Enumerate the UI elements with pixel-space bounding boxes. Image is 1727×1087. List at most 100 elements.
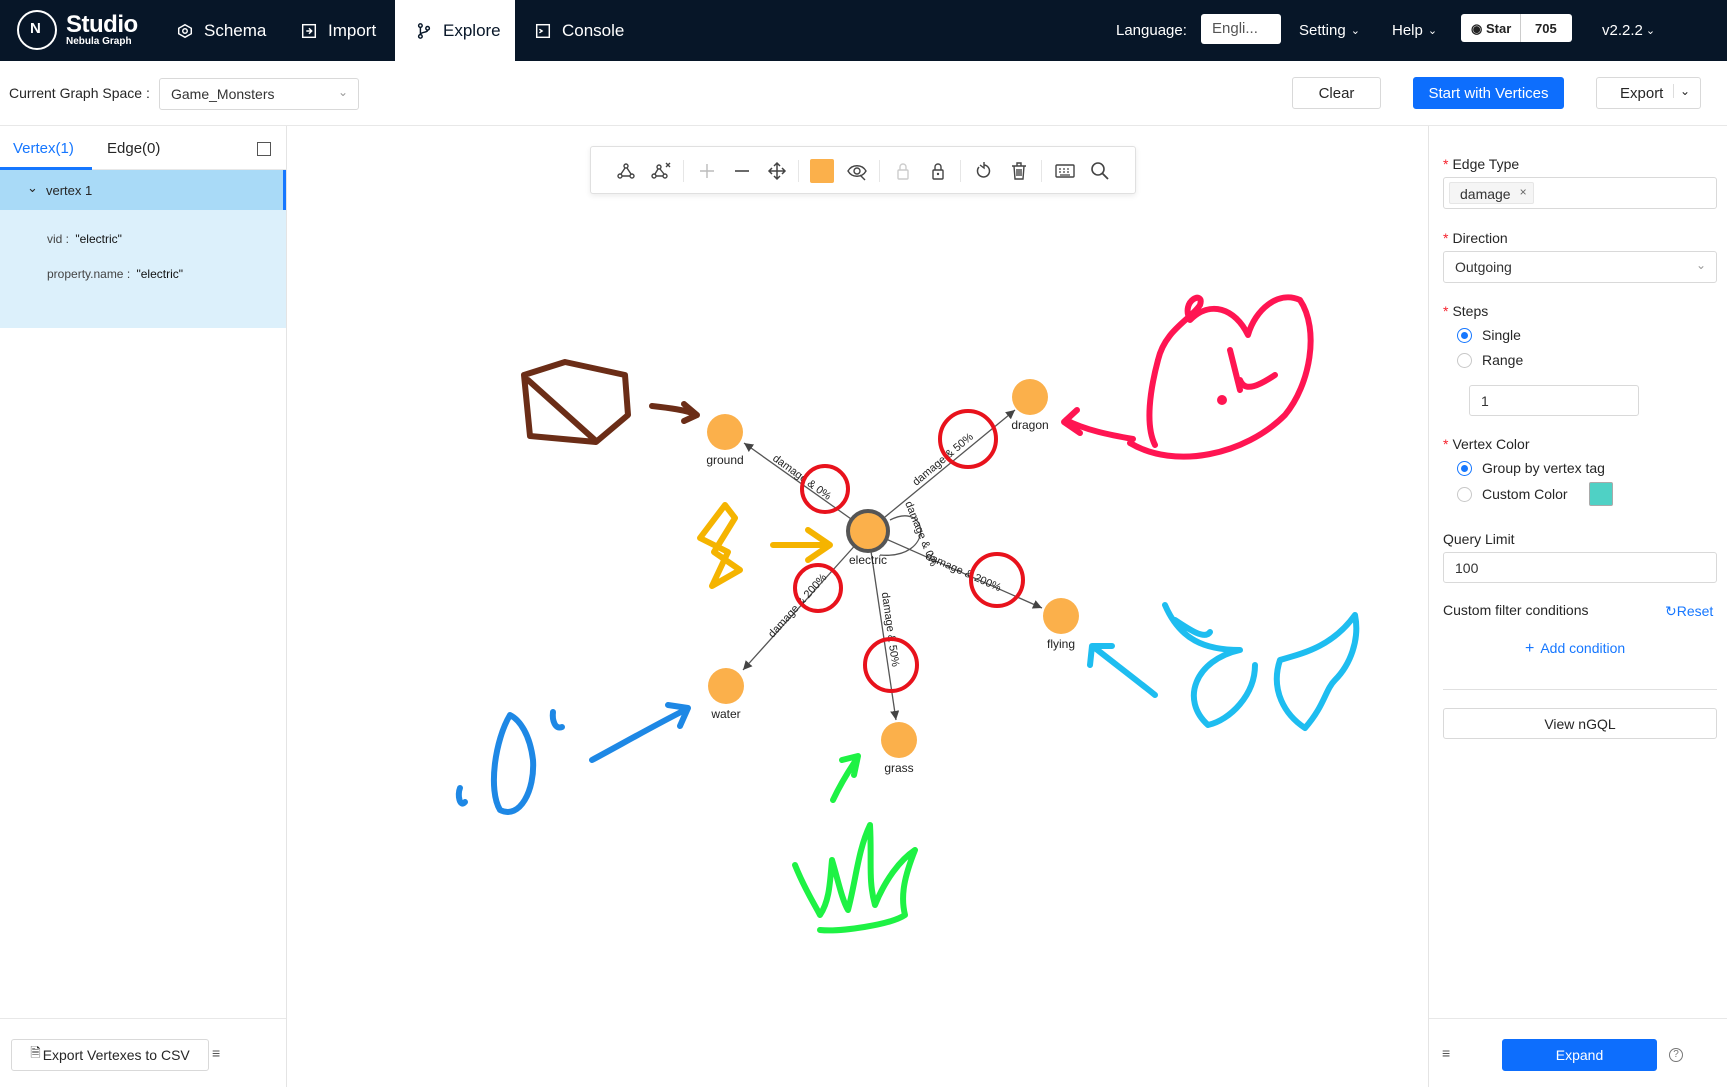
lightning-drawing-icon [697, 502, 833, 589]
reset-link[interactable]: ↻Reset [1665, 603, 1713, 620]
color-group-label: Group by vertex tag [1482, 460, 1605, 476]
star-label: Star [1485, 21, 1512, 36]
nav-schema[interactable]: Schema [176, 0, 276, 61]
close-icon[interactable]: × [1520, 185, 1527, 199]
vertex-node-grass[interactable] [881, 722, 917, 758]
console-icon [535, 23, 551, 38]
vertex-label: water [710, 707, 740, 721]
lock-tool[interactable] [886, 147, 920, 195]
zoom-out-tool[interactable] [725, 147, 759, 195]
vertex-label: dragon [1011, 418, 1048, 432]
shortcuts-tool[interactable] [1048, 147, 1082, 195]
steps-input[interactable]: 1 [1469, 385, 1639, 416]
graph-toolbar [590, 146, 1136, 194]
graph-space-select[interactable]: Game_Monsters ⌄ [159, 78, 359, 110]
help-label: Help [1392, 22, 1423, 39]
version-menu[interactable]: v2.2.2 ⌄ [1602, 0, 1655, 61]
edge-type-tag: damage × [1449, 182, 1534, 204]
move-icon [767, 161, 787, 181]
direction-label: * Direction [1443, 230, 1508, 246]
undo-tool[interactable] [967, 147, 1001, 195]
vertex-list-panel: Vertex(1) Edge(0) ⌄ vertex 1 vid : "elec… [0, 126, 287, 1087]
query-limit-input[interactable]: 100 [1443, 552, 1717, 583]
edge-type-select[interactable]: damage × [1443, 177, 1717, 209]
graph-space-value: Game_Monsters [171, 86, 275, 102]
hide-tool[interactable] [840, 147, 874, 195]
steps-single-radio[interactable] [1457, 328, 1472, 343]
zoom-in-tool[interactable] [690, 147, 724, 195]
property-key: property.name : [47, 267, 131, 281]
expand-node-tool[interactable] [609, 147, 643, 195]
fullscreen-icon[interactable] [257, 142, 271, 156]
language-value: Engli... [1212, 20, 1258, 37]
help-circle-icon[interactable]: ? [1669, 1048, 1683, 1062]
steps-label: * Steps [1443, 303, 1489, 319]
property-value: "electric" [136, 267, 184, 281]
grass-drawing-icon [792, 753, 918, 934]
view-ngql-button[interactable]: View nGQL [1443, 708, 1717, 739]
color-custom-radio[interactable] [1457, 487, 1472, 502]
nav-console-label: Console [562, 20, 625, 40]
divider [1429, 1018, 1727, 1019]
vertex-node-flying[interactable] [1043, 598, 1079, 634]
menu-list-icon[interactable]: ≡ [212, 1045, 220, 1061]
move-tool[interactable] [760, 147, 794, 195]
top-navigation-bar: N Studio Nebula Graph Schema Import Expl… [0, 0, 1727, 61]
reload-icon: ↻ [1665, 603, 1677, 619]
water-drawing-icon [455, 702, 691, 815]
chevron-down-icon: ⌄ [1672, 84, 1690, 98]
property-value: "electric" [75, 232, 122, 246]
custom-color-swatch[interactable] [1589, 482, 1613, 506]
direction-value: Outgoing [1455, 259, 1512, 275]
expand-button[interactable]: Expand [1502, 1039, 1657, 1071]
chevron-down-icon: ⌄ [1645, 25, 1656, 37]
vertex-item-label: vertex 1 [46, 183, 93, 198]
export-dropdown[interactable]: Export ⌄ [1596, 77, 1701, 109]
expand-settings-panel: * Edge Type damage × * Direction Outgoing ⌄… [1428, 126, 1727, 1087]
language-label: Language: [1116, 22, 1187, 39]
color-group-radio[interactable] [1457, 461, 1472, 476]
github-star-button[interactable]: ◉ Star 705 [1461, 14, 1572, 42]
plus-icon [700, 164, 714, 178]
tab-edge[interactable]: Edge(0) [107, 140, 160, 157]
delete-node-tool[interactable] [644, 147, 678, 195]
vertex-list-item[interactable]: ⌄ vertex 1 [0, 170, 286, 210]
keyboard-icon [1055, 164, 1075, 178]
delete-tool[interactable] [1002, 147, 1036, 195]
vertex-node-dragon[interactable] [1012, 379, 1048, 415]
clear-button[interactable]: Clear [1292, 77, 1381, 109]
vertex-node-ground[interactable] [707, 414, 743, 450]
chevron-down-icon: ⌄ [27, 180, 38, 195]
star-count: 705 [1535, 21, 1557, 36]
steps-range-radio[interactable] [1457, 353, 1472, 368]
vertex-node-water[interactable] [708, 668, 744, 704]
filter-label: Custom filter conditions [1443, 602, 1589, 618]
github-icon: ◉ [1471, 21, 1486, 36]
graph-remove-icon [651, 162, 671, 179]
setting-menu[interactable]: Setting ⌄ [1299, 0, 1360, 61]
help-menu[interactable]: Help ⌄ [1392, 0, 1437, 61]
vertex-color-label: * Vertex Color [1443, 436, 1530, 452]
nav-console[interactable]: Console [534, 0, 644, 61]
unlock-tool[interactable] [921, 147, 955, 195]
tab-vertex[interactable]: Vertex(1) [13, 140, 74, 157]
direction-select[interactable]: Outgoing ⌄ [1443, 251, 1717, 283]
graph-canvas[interactable]: damage & 0% damage & 50% damage & 200% d… [288, 200, 1428, 1087]
nav-import-label: Import [328, 20, 377, 40]
steps-single-label: Single [1482, 327, 1521, 343]
graph-space-label: Current Graph Space : [9, 85, 150, 101]
setting-label: Setting [1299, 22, 1346, 39]
lock-icon [897, 163, 909, 180]
plus-icon: + [1525, 640, 1535, 657]
nav-explore-label: Explore [443, 20, 501, 40]
export-vertexes-csv-button[interactable]: 🗎 Export Vertexes to CSV [11, 1039, 209, 1071]
language-select[interactable]: Engli... [1201, 14, 1281, 44]
menu-list-icon[interactable]: ≡ [1442, 1045, 1450, 1061]
search-tool[interactable] [1083, 147, 1117, 195]
add-condition-link[interactable]: + Add condition [1525, 640, 1625, 658]
nav-import[interactable]: Import [300, 0, 400, 61]
node-color-tool[interactable] [805, 147, 839, 195]
vertex-node-electric[interactable] [846, 509, 890, 553]
nav-explore[interactable]: Explore [395, 0, 515, 61]
start-with-vertices-button[interactable]: Start with Vertices [1413, 77, 1564, 109]
